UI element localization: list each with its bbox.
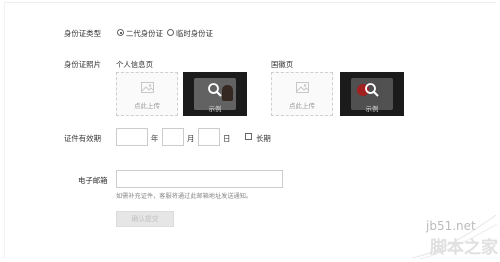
image-placeholder-icon xyxy=(141,82,154,93)
id-type-option-second-gen[interactable]: 二代身份证 xyxy=(126,28,163,39)
email-field[interactable] xyxy=(116,170,283,188)
long-term-label[interactable]: 长期 xyxy=(256,133,271,144)
sample-caption: 示例 xyxy=(208,105,222,113)
watermark-site-name: 脚本之家 xyxy=(430,238,498,258)
top-divider xyxy=(4,2,496,3)
personal-side-sample[interactable]: 示例 xyxy=(183,72,247,116)
id-type-label: 身份证类型 xyxy=(64,29,101,38)
validity-day-input[interactable] xyxy=(198,128,220,146)
personal-side-title: 个人信息页 xyxy=(116,60,153,69)
id-type-option-temporary[interactable]: 临时身份证 xyxy=(176,28,213,39)
left-divider xyxy=(4,2,5,258)
emblem-side-upload[interactable]: 点此上传 xyxy=(271,72,333,116)
id-photo-label: 身份证照片 xyxy=(64,60,101,69)
emblem-side-title: 国徽页 xyxy=(271,60,294,69)
sample-caption: 示例 xyxy=(365,105,379,113)
validity-month-input[interactable] xyxy=(162,128,184,146)
id-verification-form: 身份证类型 二代身份证 临时身份证 身份证照片 个人信息页 国徽页 点此上传 示… xyxy=(0,0,500,262)
email-hint: 如需补充证件，客服将通过此邮箱地址发送通知。 xyxy=(116,193,253,200)
upload-caption: 点此上传 xyxy=(134,102,160,110)
year-unit: 年 xyxy=(151,134,159,143)
id-type-radio-temporary[interactable] xyxy=(167,29,174,36)
upload-caption: 点此上传 xyxy=(289,102,315,110)
day-unit: 日 xyxy=(223,134,231,143)
magnifier-icon xyxy=(208,83,222,97)
image-placeholder-icon xyxy=(296,82,309,93)
magnifier-icon xyxy=(365,83,379,97)
portrait-image xyxy=(222,85,233,101)
month-unit: 月 xyxy=(187,134,195,143)
validity-year-input[interactable] xyxy=(116,128,148,146)
long-term-checkbox[interactable] xyxy=(245,133,252,140)
submit-button[interactable]: 确认提交 xyxy=(116,211,174,227)
email-label: 电子邮箱 xyxy=(78,176,108,185)
id-type-radio-second-gen[interactable] xyxy=(117,29,124,36)
watermark-domain: jb51.net xyxy=(426,219,476,233)
validity-label: 证件有效期 xyxy=(64,134,101,143)
personal-side-upload[interactable]: 点此上传 xyxy=(116,72,178,116)
emblem-side-sample[interactable]: 示例 xyxy=(340,72,404,116)
